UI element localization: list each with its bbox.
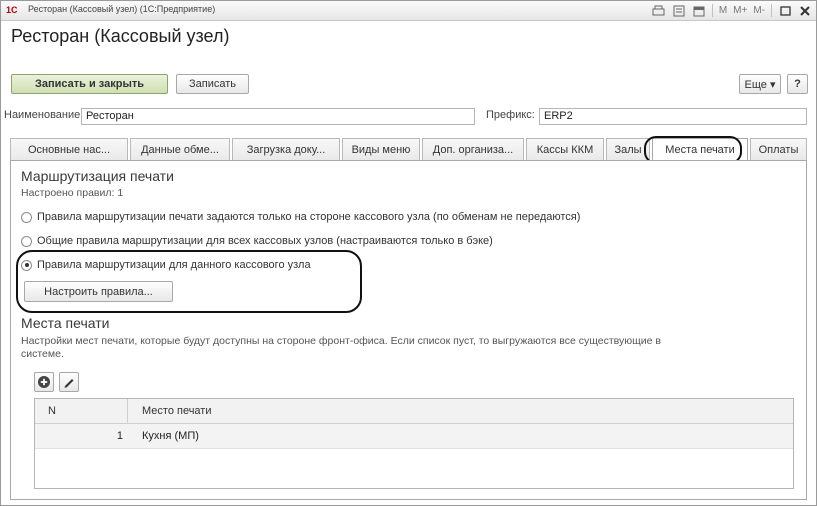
memory-m-plus-button[interactable]: M+ [733,5,747,16]
toolbar-divider [711,4,713,17]
app-logo-icon: 1С [6,5,18,15]
tab-documents-load[interactable]: Загрузка доку... [232,138,340,160]
add-circle-icon [38,376,50,388]
tab-kkm-registers[interactable]: Кассы ККМ [526,138,604,160]
tab-bar: Основные нас... Данные обме... Загрузка … [10,138,807,161]
tab-payments[interactable]: Оплаты [750,138,807,160]
name-label: Наименование: [4,109,84,121]
save-button[interactable]: Записать [176,74,249,94]
tab-extra-organizations[interactable]: Доп. организа... [422,138,524,160]
tab-menu-types[interactable]: Виды меню [342,138,420,160]
print-preview-icon[interactable] [652,4,666,17]
name-field[interactable]: Ресторан [81,108,475,125]
app-window: 1С Ресторан (Кассовый узел) (1С:Предприя… [0,0,817,506]
radio-selected-icon[interactable] [21,259,32,271]
tab-exchange-data[interactable]: Данные обме... [130,138,230,160]
column-divider [127,399,128,423]
print-places-section-title: Места печати [21,315,110,331]
edit-button[interactable] [59,372,79,392]
calculator-icon[interactable] [672,4,686,17]
window-title: Ресторан (Кассовый узел) (1С:Предприятие… [28,4,216,14]
radio-icon[interactable] [21,235,32,247]
configure-rules-button[interactable]: Настроить правила... [24,281,173,302]
calendar-icon[interactable] [692,4,706,17]
toolbar-divider [771,4,772,17]
routing-option-this-node[interactable]: Правила маршрутизации для данного кассов… [21,258,311,272]
memory-m-button[interactable]: M [719,5,727,16]
tab-print-places[interactable]: Места печати [652,138,748,161]
routing-option-common[interactable]: Общие правила маршрутизации для всех кас… [21,234,493,248]
prefix-label: Префикс: [486,109,535,121]
print-places-description-cont: системе. [21,348,64,360]
more-button[interactable]: Еще ▾ [739,74,781,94]
print-places-description: Настройки мест печати, которые будут дос… [21,335,661,347]
add-button[interactable] [34,372,54,392]
page-title: Ресторан (Кассовый узел) [11,26,230,46]
routing-option-node-only[interactable]: Правила маршрутизации печати задаются то… [21,210,580,224]
print-places-table[interactable]: N Место печати 1 Кухня (МП) [34,398,794,489]
title-bar-tools: M M+ M- [652,2,812,19]
radio-label: Правила маршрутизации для данного кассов… [37,259,311,271]
column-header-n[interactable]: N [48,399,56,423]
cell-n: 1 [116,430,123,442]
prefix-field[interactable]: ERP2 [539,108,807,125]
rules-count-text: Настроено правил: 1 [21,187,124,199]
title-bar: 1С Ресторан (Кассовый узел) (1С:Предприя… [1,1,816,21]
radio-label: Правила маршрутизации печати задаются то… [37,211,581,223]
pencil-icon [64,379,74,388]
cell-place: Кухня (МП) [142,430,199,442]
memory-m-minus-button[interactable]: M- [753,5,765,16]
close-icon[interactable] [798,4,812,17]
radio-label: Общие правила маршрутизации для всех кас… [37,235,493,247]
maximize-icon[interactable] [778,4,792,17]
tab-basic-settings[interactable]: Основные нас... [10,138,128,160]
tab-halls[interactable]: Залы [606,138,650,160]
save-and-close-button[interactable]: Записать и закрыть [11,74,168,94]
table-row[interactable]: 1 Кухня (МП) [35,424,793,449]
radio-icon[interactable] [21,211,32,223]
table-header: N Место печати [35,399,793,424]
column-header-place[interactable]: Место печати [142,399,212,423]
routing-section-title: Маршрутизация печати [21,168,174,184]
help-button[interactable]: ? [787,74,808,94]
